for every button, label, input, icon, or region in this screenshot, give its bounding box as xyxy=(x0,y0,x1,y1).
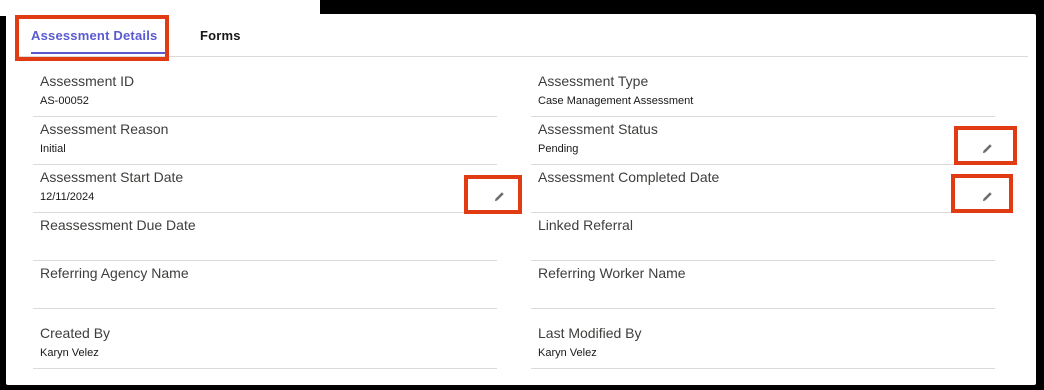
field-last-modified-by: Last Modified By Karyn Velez xyxy=(531,322,995,369)
field-label: Last Modified By xyxy=(538,325,642,341)
field-assessment-completed-date: Assessment Completed Date xyxy=(531,166,995,213)
field-label: Referring Worker Name xyxy=(538,265,686,281)
field-label: Linked Referral xyxy=(538,217,633,233)
field-assessment-start-date: Assessment Start Date 12/11/2024 xyxy=(33,166,497,213)
field-label: Assessment Completed Date xyxy=(538,169,720,185)
field-created-by: Created By Karyn Velez xyxy=(33,322,497,369)
tab-bar: Assessment Details Forms xyxy=(18,14,1028,57)
field-value: 12/11/2024 xyxy=(40,191,95,203)
field-value: Case Management Assessment xyxy=(538,95,694,107)
field-label: Assessment Start Date xyxy=(40,169,184,185)
field-reassessment-due-date: Reassessment Due Date xyxy=(33,214,497,261)
field-assessment-type: Assessment Type Case Management Assessme… xyxy=(531,70,995,117)
field-label: Referring Agency Name xyxy=(40,265,189,281)
edit-assessment-completed-date-button[interactable] xyxy=(978,187,996,205)
field-assessment-status: Assessment Status Pending xyxy=(531,118,995,165)
field-label: Assessment Reason xyxy=(40,121,169,137)
tab-assessment-details[interactable]: Assessment Details xyxy=(31,14,157,55)
edit-assessment-status-button[interactable] xyxy=(978,139,996,157)
active-tab-indicator xyxy=(31,52,167,54)
field-linked-referral: Linked Referral xyxy=(531,214,995,261)
pencil-icon xyxy=(982,192,992,202)
pencil-icon xyxy=(982,144,992,154)
field-label: Created By xyxy=(40,325,111,341)
field-referring-agency-name: Referring Agency Name xyxy=(33,262,497,309)
pencil-icon xyxy=(494,192,504,202)
field-label: Assessment ID xyxy=(40,73,135,89)
edit-assessment-start-date-button[interactable] xyxy=(490,187,508,205)
field-value: AS-00052 xyxy=(40,95,89,107)
field-value: Karyn Velez xyxy=(40,347,99,359)
field-value: Pending xyxy=(538,143,579,155)
field-assessment-id: Assessment ID AS-00052 xyxy=(33,70,497,117)
field-referring-worker-name: Referring Worker Name xyxy=(531,262,995,309)
field-label: Assessment Type xyxy=(538,73,649,89)
tab-forms[interactable]: Forms xyxy=(200,14,241,55)
field-value: Initial xyxy=(40,143,66,155)
field-label: Assessment Status xyxy=(538,121,658,137)
field-value: Karyn Velez xyxy=(538,347,597,359)
field-assessment-reason: Assessment Reason Initial xyxy=(33,118,497,165)
record-detail-panel: Assessment Details Forms Assessment ID A… xyxy=(6,14,1036,385)
field-label: Reassessment Due Date xyxy=(40,217,196,233)
